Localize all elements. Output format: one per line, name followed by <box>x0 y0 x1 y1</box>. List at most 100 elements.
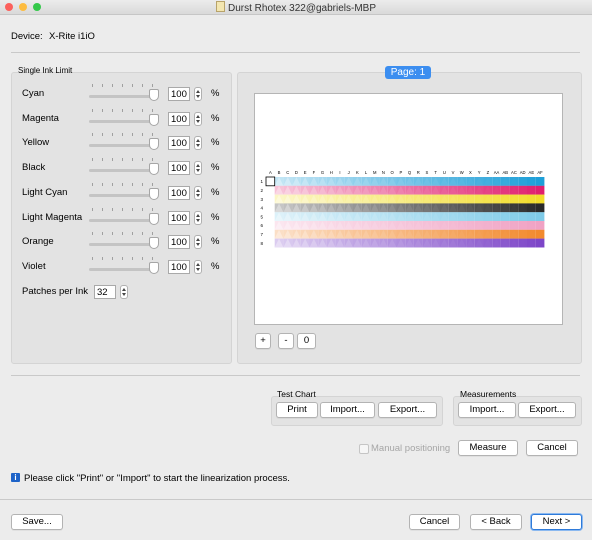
next-button[interactable]: Next > <box>531 514 582 530</box>
chart-row-label: 6 <box>260 223 263 228</box>
title-bar: Durst Rhotex 322@gabriels-MBP <box>0 0 592 15</box>
chart-row-label: 4 <box>260 206 263 211</box>
chart-column-label: N <box>382 170 385 175</box>
chart-row-label: 7 <box>260 232 263 237</box>
chart-column-label: E <box>304 170 307 175</box>
chart-column-label: K <box>356 170 359 175</box>
chart-column-label: A <box>269 170 272 175</box>
patches-per-ink-field[interactable]: 32 <box>94 285 116 299</box>
device-value: X-Rite i1iO <box>49 31 95 42</box>
chart-row-label: 1 <box>260 179 263 184</box>
slider-ticks <box>92 183 154 187</box>
ink-limit-stepper[interactable] <box>194 136 202 150</box>
slider-ticks <box>92 158 154 162</box>
percent-sign: % <box>211 261 220 272</box>
ink-slider-track[interactable] <box>89 243 157 246</box>
ink-slider-thumb[interactable] <box>149 89 159 101</box>
chart-patch <box>266 212 275 221</box>
save-button[interactable]: Save... <box>11 514 63 530</box>
page-indicator: Page: 1 <box>385 66 431 79</box>
single-ink-limit-title: Single Ink Limit <box>18 66 73 75</box>
device-label: Device: <box>11 31 43 42</box>
manual-positioning-checkbox[interactable] <box>359 444 369 454</box>
chart-column-label: G <box>321 170 324 175</box>
ink-limit-field[interactable]: 100 <box>168 136 190 150</box>
ink-slider-track[interactable] <box>89 169 157 172</box>
ink-slider-thumb[interactable] <box>149 188 159 200</box>
manual-positioning-label: Manual positioning <box>371 443 451 454</box>
ink-limit-stepper[interactable] <box>194 112 202 126</box>
ink-limit-field[interactable]: 100 <box>168 87 190 101</box>
patches-per-ink-stepper[interactable] <box>120 285 128 299</box>
ink-limit-field[interactable]: 100 <box>168 112 190 126</box>
measure-button[interactable]: Measure <box>458 440 518 456</box>
chart-column-label: O <box>391 170 395 175</box>
ink-limit-stepper[interactable] <box>194 260 202 274</box>
percent-sign: % <box>211 162 220 173</box>
ink-name: Cyan <box>22 88 45 99</box>
cancel-button[interactable]: Cancel <box>409 514 460 530</box>
ink-name: Violet <box>22 261 46 272</box>
chart-column-label: Z <box>487 170 490 175</box>
percent-sign: % <box>211 236 220 247</box>
slider-ticks <box>92 133 154 137</box>
test-chart-import-button[interactable]: Import... <box>320 402 375 418</box>
ink-name: Black <box>22 162 46 173</box>
ink-name: Orange <box>22 236 54 247</box>
ink-limit-field[interactable]: 100 <box>168 186 190 200</box>
ink-limit-field[interactable]: 100 <box>168 260 190 274</box>
ink-limit-stepper[interactable] <box>194 186 202 200</box>
chart-row-label: 2 <box>260 188 263 193</box>
document-icon <box>216 1 225 12</box>
ink-slider-track[interactable] <box>89 268 157 271</box>
zoom-in-button[interactable]: + <box>255 333 271 349</box>
ink-slider-thumb[interactable] <box>149 163 159 175</box>
ink-limit-field[interactable]: 100 <box>168 235 190 249</box>
ink-slider-track[interactable] <box>89 120 157 123</box>
chart-column-label: R <box>417 170 420 175</box>
divider <box>0 499 592 500</box>
ink-slider-track[interactable] <box>89 95 157 98</box>
chart-column-label: AE <box>529 170 535 175</box>
zoom-out-button[interactable]: - <box>278 333 294 349</box>
back-button[interactable]: < Back <box>470 514 522 530</box>
chart-row-label: 5 <box>260 214 263 219</box>
ink-limit-field[interactable]: 100 <box>168 161 190 175</box>
slider-ticks <box>92 109 154 113</box>
measurements-export-button[interactable]: Export... <box>518 402 576 418</box>
divider <box>11 52 580 53</box>
chart-column-label: S <box>426 170 429 175</box>
measurements-import-button[interactable]: Import... <box>458 402 516 418</box>
ink-slider-thumb[interactable] <box>149 114 159 126</box>
chart-column-label: B <box>278 170 281 175</box>
chart-column-label: V <box>452 170 455 175</box>
chart-column-label: AA <box>494 170 500 175</box>
ink-limit-stepper[interactable] <box>194 211 202 225</box>
ink-slider-thumb[interactable] <box>149 237 159 249</box>
ink-slider-track[interactable] <box>89 144 157 147</box>
info-icon: i <box>11 473 20 482</box>
test-chart-title: Test Chart <box>277 389 316 399</box>
ink-limit-field[interactable]: 100 <box>168 211 190 225</box>
chart-column-label: T <box>434 170 437 175</box>
ink-slider-thumb[interactable] <box>149 138 159 150</box>
ink-slider-thumb[interactable] <box>149 262 159 274</box>
ink-slider-thumb[interactable] <box>149 213 159 225</box>
chart-column-label: X <box>469 170 472 175</box>
zoom-reset-button[interactable]: 0 <box>297 333 316 349</box>
ink-limit-stepper[interactable] <box>194 87 202 101</box>
ink-slider-track[interactable] <box>89 194 157 197</box>
chart-patch <box>266 229 275 239</box>
ink-limit-stepper[interactable] <box>194 235 202 249</box>
chart-column-label: Q <box>408 170 412 175</box>
print-button[interactable]: Print <box>276 402 318 418</box>
ink-name: Light Cyan <box>22 187 68 198</box>
window-title: Durst Rhotex 322@gabriels-MBP <box>228 3 376 14</box>
ink-slider-track[interactable] <box>89 219 157 222</box>
measure-cancel-button[interactable]: Cancel <box>526 440 578 456</box>
test-chart-export-button[interactable]: Export... <box>378 402 437 418</box>
chart-patch <box>266 203 275 213</box>
ink-limit-stepper[interactable] <box>194 161 202 175</box>
chart-patch <box>266 185 275 195</box>
chart-column-label: AB <box>502 170 508 175</box>
